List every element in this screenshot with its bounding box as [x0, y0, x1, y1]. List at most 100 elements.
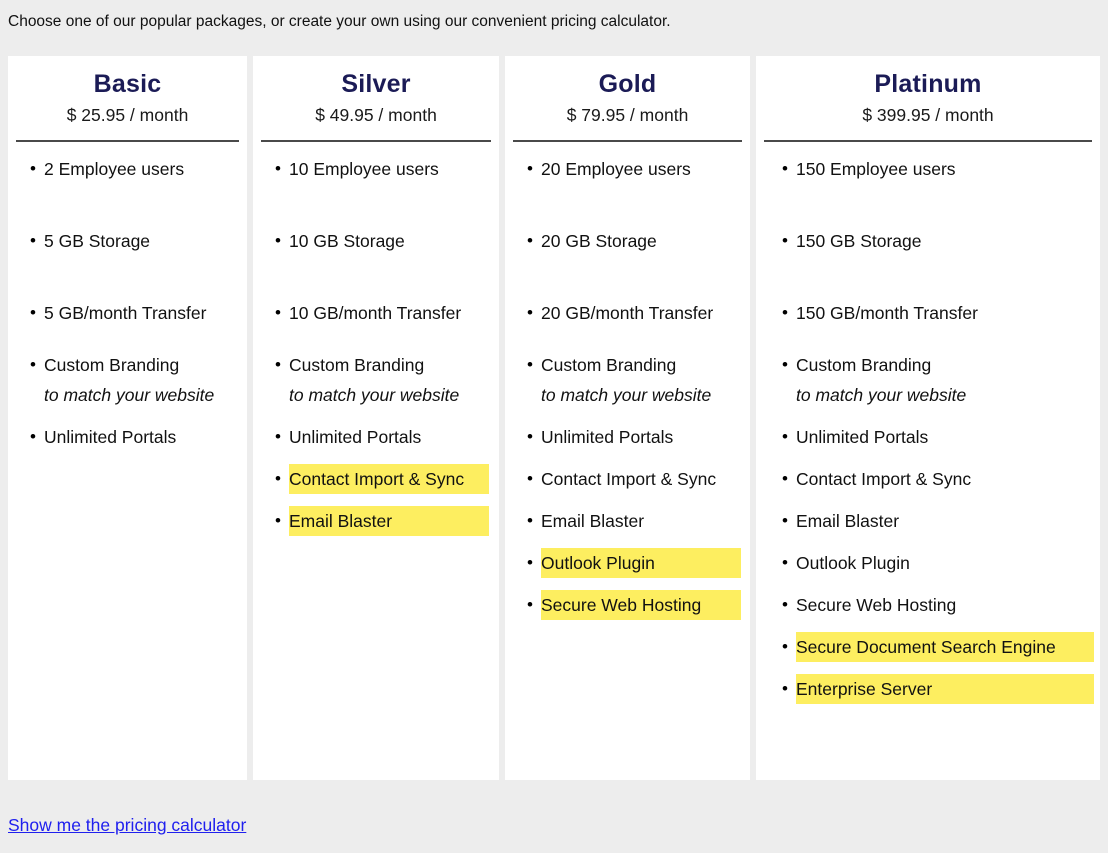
plan-name: Gold — [598, 70, 657, 98]
header-divider — [261, 140, 491, 142]
plan-price: $ 399.95 / month — [862, 105, 994, 125]
feature-item: • Outlook Plugin — [778, 548, 1088, 578]
plan-card-basic[interactable]: Basic $ 25.95 / month • 2 Employee users • 5 … — [8, 56, 247, 780]
bullet-icon: • — [527, 159, 533, 178]
feature-item: • Custom Branding to match your website — [26, 350, 237, 410]
feature-item: • 10 Employee users — [271, 154, 489, 184]
feature-label: 20 GB Storage — [541, 231, 657, 251]
bullet-icon: • — [782, 469, 788, 488]
feature-item: • 150 GB Storage — [778, 226, 1088, 256]
feature-label: Email Blaster — [289, 506, 489, 536]
bullet-icon: • — [782, 511, 788, 530]
feature-label: Custom Branding — [541, 355, 677, 375]
feature-label: Unlimited Portals — [44, 427, 177, 447]
feature-item: • Custom Branding to match your website — [523, 350, 740, 410]
feature-item: • Email Blaster — [523, 506, 740, 536]
plan-name: Platinum — [874, 70, 982, 98]
bullet-icon: • — [30, 231, 36, 250]
plan-card-gold[interactable]: Gold $ 79.95 / month • 20 Employee users • 20… — [505, 56, 750, 780]
feature-item: • 20 GB Storage — [523, 226, 740, 256]
header-divider — [764, 140, 1092, 142]
feature-item: • 10 GB/month Transfer — [271, 298, 489, 328]
plan-name: Basic — [93, 70, 162, 98]
feature-item: • 150 Employee users — [778, 154, 1088, 184]
intro-text: Choose one of our popular packages, or c… — [8, 13, 671, 30]
bullet-icon: • — [782, 159, 788, 178]
feature-subtext: to match your website — [44, 385, 215, 405]
bullet-icon: • — [275, 159, 281, 178]
feature-list: • 2 Employee users • 5 GB Storage • 5 GB/mont… — [8, 154, 247, 452]
header-divider — [513, 140, 742, 142]
feature-label: 20 GB/month Transfer — [541, 303, 714, 323]
feature-item: • Email Blaster — [271, 506, 489, 536]
bullet-icon: • — [527, 355, 533, 374]
feature-label: Enterprise Server — [796, 674, 1094, 704]
plan-name: Silver — [341, 70, 411, 98]
bullet-icon: • — [30, 303, 36, 322]
feature-label: 2 Employee users — [44, 159, 185, 179]
bullet-icon: • — [782, 355, 788, 374]
feature-item: • Enterprise Server — [778, 674, 1094, 704]
feature-label: Contact Import & Sync — [796, 469, 972, 489]
bullet-icon: • — [782, 427, 788, 446]
feature-list: • 10 Employee users • 10 GB Storage • 10 GB/m… — [253, 154, 499, 536]
feature-label: 10 Employee users — [289, 159, 439, 179]
bullet-icon: • — [30, 355, 36, 374]
plan-header: Gold $ 79.95 / month — [505, 56, 750, 142]
feature-label: 10 GB/month Transfer — [289, 303, 462, 323]
feature-label: 150 Employee users — [796, 159, 956, 179]
bullet-icon: • — [782, 553, 788, 572]
feature-list: • 150 Employee users • 150 GB Storage • 150 G… — [756, 154, 1100, 704]
feature-label: Unlimited Portals — [289, 427, 422, 447]
feature-item: • 5 GB Storage — [26, 226, 237, 256]
bullet-icon: • — [527, 231, 533, 250]
feature-item: • Custom Branding to match your website — [271, 350, 489, 410]
feature-label: Outlook Plugin — [796, 553, 910, 573]
feature-item: • Secure Web Hosting — [523, 590, 741, 620]
feature-item: • Unlimited Portals — [778, 422, 1088, 452]
plan-card-silver[interactable]: Silver $ 49.95 / month • 10 Employee users •… — [253, 56, 499, 780]
feature-label: 5 GB Storage — [44, 231, 151, 251]
bullet-icon: • — [782, 595, 788, 614]
bullet-icon: • — [275, 303, 281, 322]
feature-item: • 20 Employee users — [523, 154, 740, 184]
feature-item: • 150 GB/month Transfer — [778, 298, 1088, 328]
bullet-icon: • — [527, 553, 533, 572]
feature-label: Email Blaster — [541, 511, 645, 531]
bullet-icon: • — [30, 159, 36, 178]
feature-subtext: to match your website — [796, 385, 967, 405]
feature-label: 150 GB Storage — [796, 231, 922, 251]
bullet-icon: • — [275, 511, 281, 530]
plan-card-platinum[interactable]: Platinum $ 399.95 / month • 150 Employee us… — [756, 56, 1100, 780]
feature-label: Secure Web Hosting — [796, 595, 957, 615]
feature-item: • Secure Document Search Engine — [778, 632, 1094, 662]
bullet-icon: • — [782, 303, 788, 322]
bullet-icon: • — [275, 231, 281, 250]
feature-item: • Unlimited Portals — [271, 422, 489, 452]
plan-price: $ 49.95 / month — [315, 105, 437, 125]
feature-item: • 20 GB/month Transfer — [523, 298, 740, 328]
pricing-calculator-link[interactable]: Show me the pricing calculator — [8, 813, 246, 837]
feature-label: 150 GB/month Transfer — [796, 303, 978, 323]
feature-label: Custom Branding — [796, 355, 932, 375]
pricing-plans-container: Basic $ 25.95 / month • 2 Employee users • 5 … — [8, 56, 1100, 780]
feature-label: 10 GB Storage — [289, 231, 405, 251]
plan-header: Silver $ 49.95 / month — [253, 56, 499, 142]
feature-label: 5 GB/month Transfer — [44, 303, 207, 323]
feature-item: • 5 GB/month Transfer — [26, 298, 237, 328]
bullet-icon: • — [527, 303, 533, 322]
feature-label: Custom Branding — [44, 355, 180, 375]
bullet-icon: • — [782, 679, 788, 698]
feature-label: Custom Branding — [289, 355, 425, 375]
bullet-icon: • — [527, 595, 533, 614]
plan-header: Basic $ 25.95 / month — [8, 56, 247, 142]
feature-item: • Unlimited Portals — [26, 422, 237, 452]
feature-label: Secure Web Hosting — [541, 590, 741, 620]
feature-item: • Contact Import & Sync — [271, 464, 489, 494]
bullet-icon: • — [782, 637, 788, 656]
header-divider — [16, 140, 239, 142]
feature-item: • Secure Web Hosting — [778, 590, 1088, 620]
feature-item: • Unlimited Portals — [523, 422, 740, 452]
feature-label: Outlook Plugin — [541, 548, 741, 578]
plan-price: $ 25.95 / month — [66, 105, 189, 125]
